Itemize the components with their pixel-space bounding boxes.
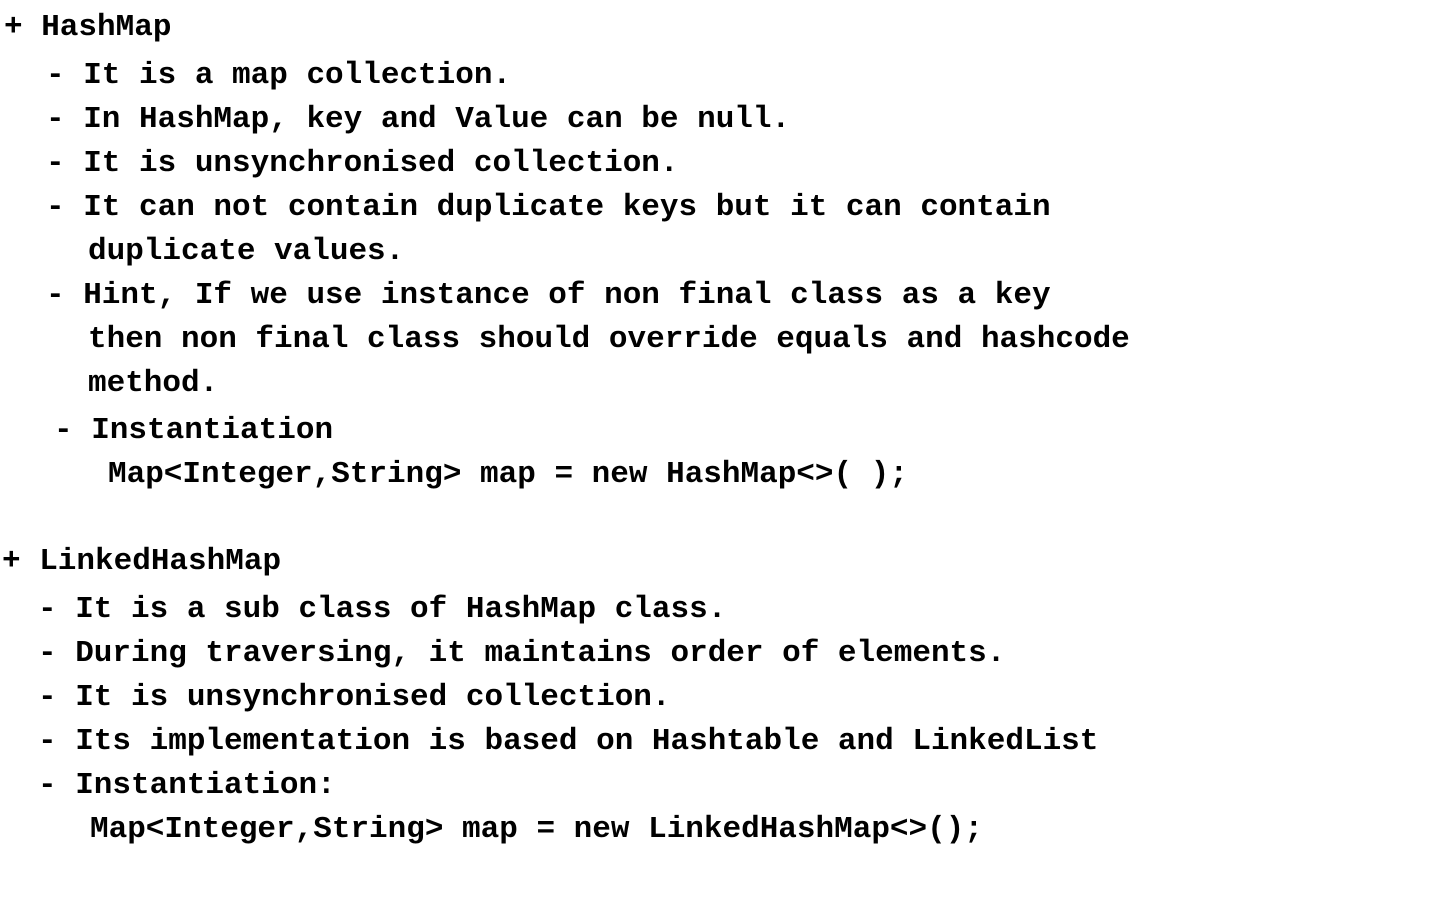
linkedhashmap-instantiation-code: Map<Integer,String> map = new LinkedHash… bbox=[90, 812, 983, 847]
linkedhashmap-point: - Its implementation is based on Hashtab… bbox=[38, 724, 1099, 759]
hashmap-instantiation-code: Map<Integer,String> map = new HashMap<>(… bbox=[108, 457, 908, 492]
hashmap-point-continuation: duplicate values. bbox=[88, 234, 405, 269]
hashmap-point: - In HashMap, key and Value can be null. bbox=[46, 102, 791, 137]
linkedhashmap-instantiation-label: - Instantiation: bbox=[38, 768, 336, 803]
notes-document: + HashMap - It is a map collection. - In… bbox=[0, 0, 1440, 900]
linkedhashmap-point: - During traversing, it maintains order … bbox=[38, 636, 1006, 671]
linkedhashmap-heading: + LinkedHashMap bbox=[2, 544, 282, 579]
linkedhashmap-point: - It is unsynchronised collection. bbox=[38, 680, 671, 715]
linkedhashmap-point: - It is a sub class of HashMap class. bbox=[38, 592, 727, 627]
hashmap-point: - It can not contain duplicate keys but … bbox=[46, 190, 1051, 225]
hashmap-point-continuation: method. bbox=[88, 366, 219, 401]
hashmap-point: - Hint, If we use instance of non final … bbox=[46, 278, 1051, 313]
hashmap-point: - It is a map collection. bbox=[46, 58, 512, 93]
hashmap-point-continuation: then non final class should override equ… bbox=[88, 322, 1130, 357]
hashmap-instantiation-label: - Instantiation bbox=[54, 413, 334, 448]
hashmap-heading: + HashMap bbox=[4, 10, 172, 45]
hashmap-point: - It is unsynchronised collection. bbox=[46, 146, 679, 181]
